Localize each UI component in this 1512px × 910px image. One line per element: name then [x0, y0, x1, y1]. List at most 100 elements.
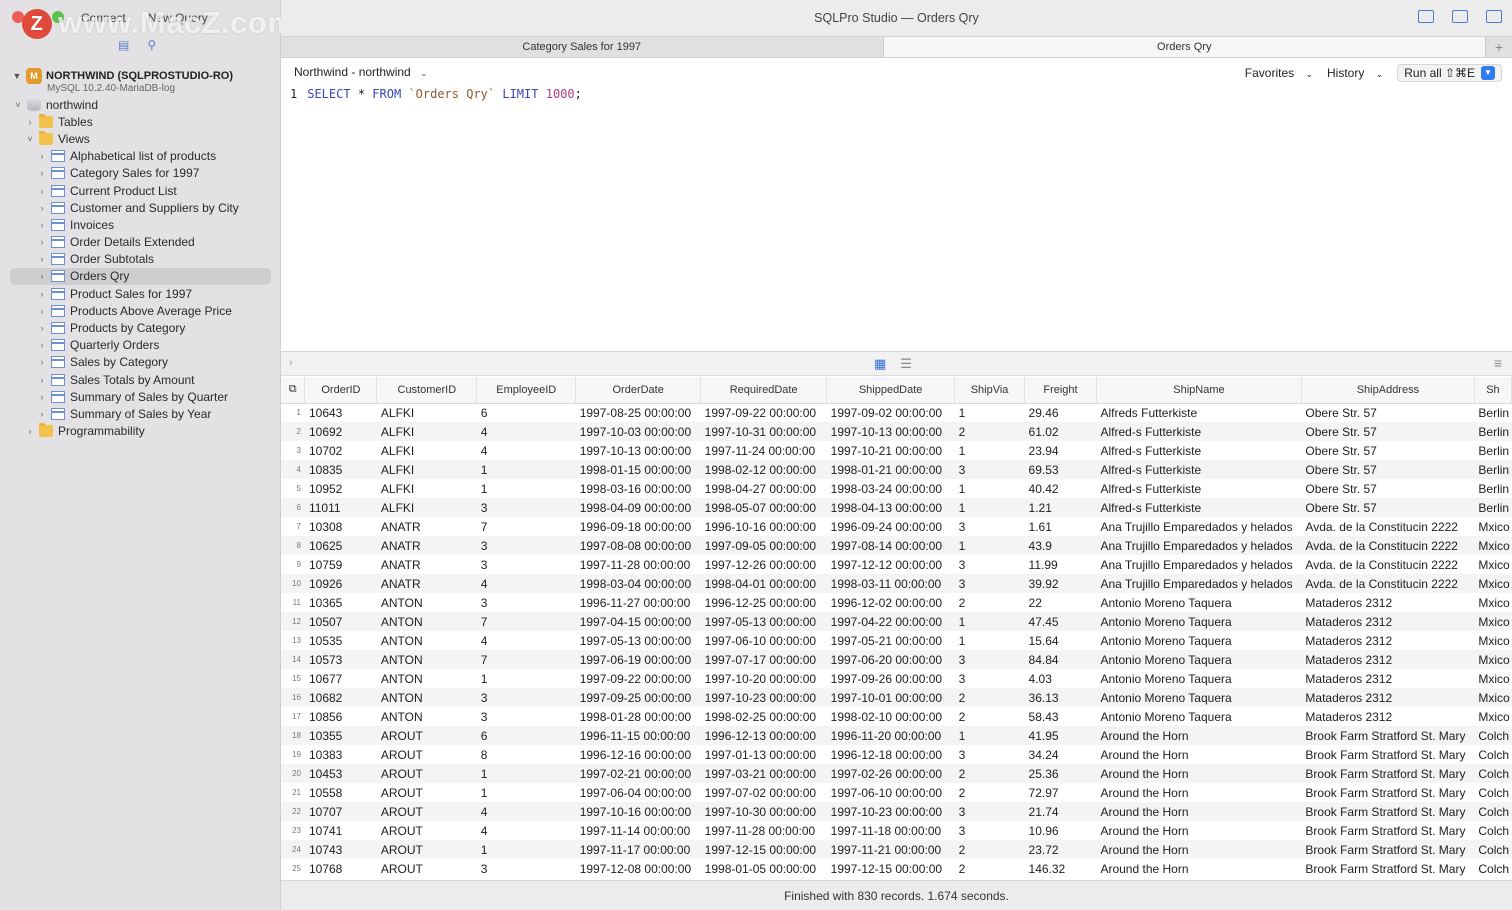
table-cell[interactable]: 1	[477, 669, 576, 688]
chevron-right-icon[interactable]: ›	[36, 323, 48, 333]
table-cell[interactable]: Antonio Moreno Taquera	[1096, 593, 1301, 612]
table-cell[interactable]: 1	[955, 479, 1025, 498]
column-header[interactable]: EmployeeID	[476, 377, 577, 404]
row-selector-corner-icon[interactable]: ⧉	[281, 377, 306, 404]
table-cell[interactable]: 3	[955, 669, 1025, 688]
tree-item[interactable]: › Alphabetical list of products	[0, 148, 281, 165]
table-cell[interactable]: 39.92	[1024, 574, 1097, 593]
table-cell[interactable]: 4	[477, 821, 576, 840]
table-cell[interactable]: 1997-06-19 00:00:00	[575, 650, 701, 669]
table-row[interactable]: 11 10365 ANTON 3 1996-11-27 00:00:00 1996-12-…	[281, 593, 1512, 612]
table-cell[interactable]: Mataderos 2312	[1301, 650, 1475, 669]
table-cell[interactable]: 7	[476, 650, 576, 669]
table-cell[interactable]: 1997-10-21 00:00:00	[827, 441, 955, 460]
chevron-right-icon[interactable]: ›	[36, 409, 48, 419]
table-cell[interactable]: 3	[476, 688, 576, 707]
table-cell[interactable]: 2	[954, 840, 1025, 859]
column-header[interactable]: ShipAddress	[1301, 377, 1475, 404]
table-cell[interactable]: Around the Horn	[1096, 745, 1301, 764]
table-cell[interactable]: 1996-12-25 00:00:00	[701, 593, 827, 612]
table-cell[interactable]: Mxico	[1474, 650, 1512, 669]
tree-item[interactable]: › Product Sales for 1997	[0, 285, 281, 302]
table-cell[interactable]: AROUT	[376, 802, 477, 821]
table-cell[interactable]: 10308	[305, 517, 377, 536]
table-cell[interactable]: 3	[955, 517, 1025, 536]
table-cell[interactable]: 1997-05-13 00:00:00	[576, 631, 701, 650]
table-cell[interactable]: ANATR	[377, 555, 477, 574]
table-row[interactable]: 23 10741 AROUT 4 1997-11-14 00:00:00 1997-11-…	[281, 821, 1512, 840]
table-cell[interactable]: 2	[955, 783, 1025, 802]
table-cell[interactable]: 1997-02-21 00:00:00	[575, 764, 701, 783]
table-cell[interactable]: Brook Farm Stratford St. Mary	[1301, 783, 1474, 802]
table-cell[interactable]: Around the Horn	[1096, 821, 1301, 840]
table-cell[interactable]: ANTON	[377, 593, 477, 612]
results-menu-icon[interactable]: ≡	[1494, 355, 1502, 371]
table-cell[interactable]: 3	[476, 498, 576, 517]
run-all-button[interactable]: Run all ⇧⌘E ▼	[1397, 64, 1502, 82]
table-cell[interactable]: Brook Farm Stratford St. Mary	[1301, 840, 1475, 859]
table-cell[interactable]: 1996-11-20 00:00:00	[826, 726, 955, 745]
table-cell[interactable]: Colch	[1474, 783, 1511, 802]
table-cell[interactable]: 1	[476, 460, 576, 479]
chevron-right-icon[interactable]: ›	[24, 117, 36, 127]
table-cell[interactable]: 10707	[304, 802, 377, 821]
table-row[interactable]: 18 10355 AROUT 6 1996-11-15 00:00:00 1996-12-…	[281, 726, 1512, 745]
table-cell[interactable]: Around the Horn	[1096, 840, 1302, 859]
table-cell[interactable]: Mxico	[1474, 669, 1511, 688]
table-cell[interactable]: Mxico	[1474, 555, 1511, 574]
chevron-right-icon[interactable]: ›	[36, 306, 48, 316]
table-cell[interactable]: Around the Horn	[1096, 859, 1301, 878]
table-cell[interactable]: 21.74	[1024, 802, 1097, 821]
table-cell[interactable]: ALFKI	[377, 479, 477, 498]
chevron-right-icon[interactable]: ›	[36, 203, 48, 213]
table-cell[interactable]: Antonio Moreno Taquera	[1096, 669, 1301, 688]
table-cell[interactable]: 1998-03-16 00:00:00	[576, 479, 701, 498]
table-cell[interactable]: 10507	[304, 612, 377, 631]
table-cell[interactable]: ALFKI	[376, 460, 477, 479]
table-cell[interactable]: 58.43	[1025, 707, 1097, 726]
toggle-inspector-icon[interactable]	[1486, 10, 1502, 23]
table-row[interactable]: 6 11011 ALFKI 3 1998-04-09 00:00:00 1998-05-0…	[281, 498, 1512, 517]
table-cell[interactable]: Ana Trujillo Emparedados y helados	[1096, 517, 1301, 536]
chevron-right-icon[interactable]: ›	[24, 426, 36, 436]
table-row[interactable]: 8 10625 ANATR 3 1997-08-08 00:00:00 1997-09-0…	[281, 536, 1512, 555]
table-cell[interactable]: ANTON	[376, 650, 477, 669]
table-cell[interactable]: 1998-01-05 00:00:00	[701, 859, 827, 878]
table-cell[interactable]: 8	[477, 745, 576, 764]
table-cell[interactable]: Mxico	[1474, 574, 1512, 593]
search-icon[interactable]: ⚲	[147, 38, 156, 52]
table-cell[interactable]: 7	[476, 612, 576, 631]
table-cell[interactable]: 1998-01-21 00:00:00	[826, 460, 955, 479]
table-cell[interactable]: 1996-11-27 00:00:00	[576, 593, 701, 612]
table-cell[interactable]: Alfred-s Futterkiste	[1096, 498, 1302, 517]
table-cell[interactable]: Alfred-s Futterkiste	[1096, 479, 1301, 498]
table-cell[interactable]: 1997-09-22 00:00:00	[701, 403, 827, 422]
table-cell[interactable]: ANTON	[377, 631, 477, 650]
tree-item[interactable]: › Quarterly Orders	[0, 337, 281, 354]
table-cell[interactable]: Alfred-s Futterkiste	[1096, 422, 1302, 441]
table-cell[interactable]: Obere Str. 57	[1301, 479, 1474, 498]
table-cell[interactable]: 1996-10-16 00:00:00	[701, 517, 827, 536]
table-cell[interactable]: 1.21	[1024, 498, 1097, 517]
table-cell[interactable]: 1997-06-20 00:00:00	[826, 650, 955, 669]
table-cell[interactable]: 1997-03-21 00:00:00	[700, 764, 827, 783]
table-cell[interactable]: 10677	[305, 669, 377, 688]
table-cell[interactable]: 6	[477, 403, 576, 422]
tree-item[interactable]: › Sales by Category	[0, 354, 281, 371]
table-cell[interactable]: 1997-10-31 00:00:00	[700, 422, 827, 441]
table-cell[interactable]: 1998-04-27 00:00:00	[701, 479, 827, 498]
table-cell[interactable]: AROUT	[376, 726, 477, 745]
table-cell[interactable]: Avda. de la Constitucin 2222	[1301, 517, 1474, 536]
table-cell[interactable]: 3	[955, 745, 1025, 764]
table-cell[interactable]: 61.02	[1024, 422, 1097, 441]
table-cell[interactable]: ALFKI	[376, 422, 477, 441]
tree-item[interactable]: › Order Subtotals	[0, 251, 281, 268]
table-cell[interactable]: 10573	[304, 650, 377, 669]
table-cell[interactable]: Antonio Moreno Taquera	[1096, 688, 1302, 707]
text-view-icon[interactable]: ☰	[900, 356, 912, 372]
table-cell[interactable]: 10.96	[1025, 821, 1097, 840]
table-cell[interactable]: Mataderos 2312	[1301, 688, 1475, 707]
table-cell[interactable]: 1	[477, 783, 576, 802]
table-row[interactable]: 14 10573 ANTON 7 1997-06-19 00:00:00 1997-07-…	[281, 650, 1512, 669]
table-cell[interactable]: Mxico	[1474, 536, 1512, 555]
